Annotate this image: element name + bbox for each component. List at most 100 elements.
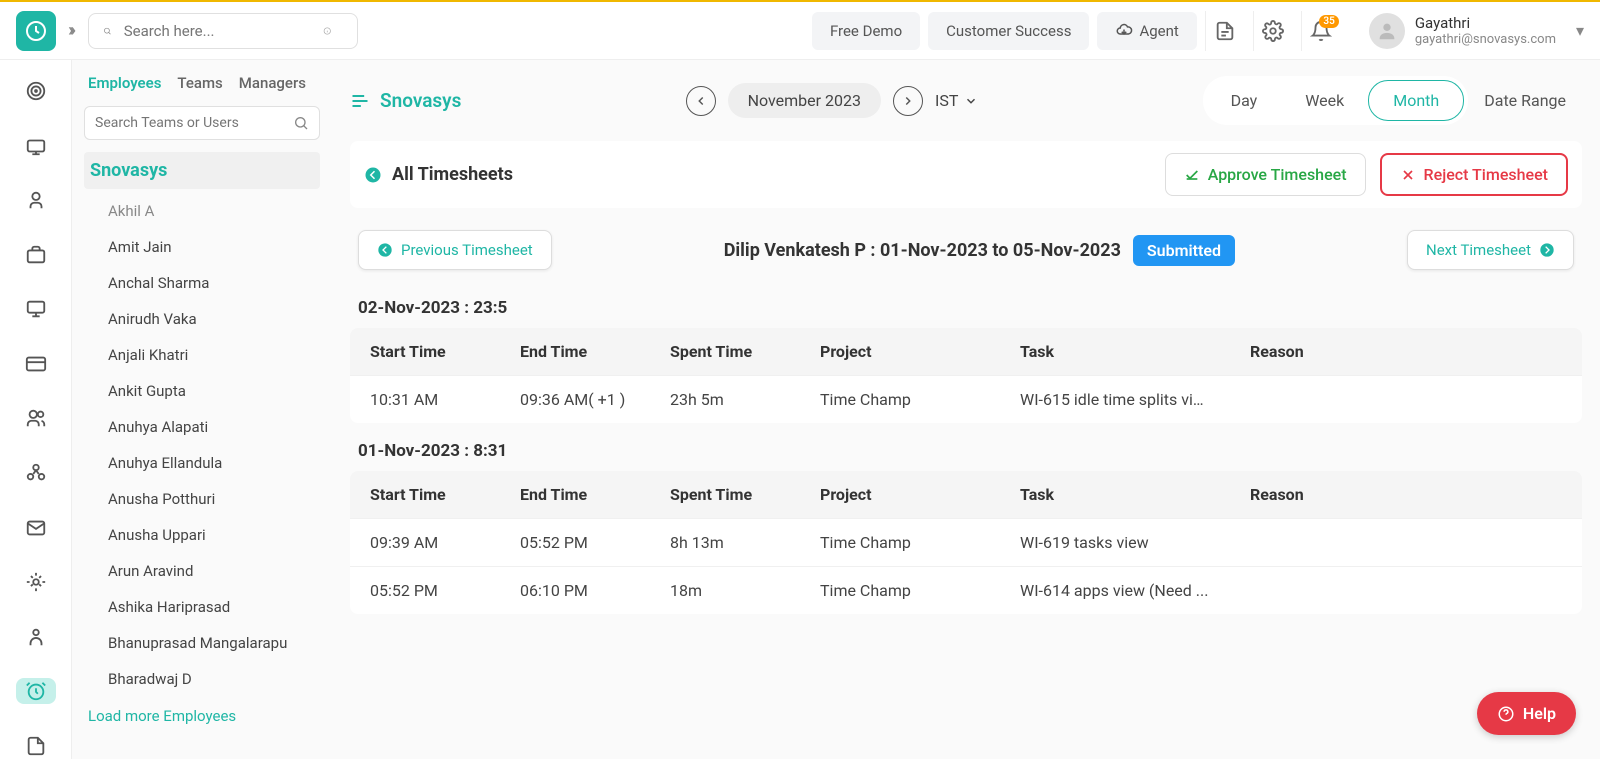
list-item[interactable]: Bharadwaj D <box>108 661 320 697</box>
nav-user[interactable] <box>16 187 56 214</box>
list-item[interactable]: Anusha Potthuri <box>108 481 320 517</box>
nav-group[interactable] <box>16 460 56 487</box>
nav-settings[interactable] <box>16 569 56 596</box>
list-item[interactable]: Ankit Gupta <box>108 373 320 409</box>
col-reason: Reason <box>1230 471 1582 519</box>
nav-card[interactable] <box>16 351 56 378</box>
arrow-right-circle-icon <box>1539 242 1555 258</box>
settings-icon-button[interactable] <box>1253 11 1293 51</box>
group-icon <box>25 462 47 484</box>
user-info: Gayathri gayathri@snovasys.com <box>1415 14 1556 47</box>
month-label[interactable]: November 2023 <box>728 83 881 118</box>
prev-month-button[interactable] <box>686 86 716 116</box>
check-icon <box>1184 167 1200 183</box>
previous-timesheet-button[interactable]: Previous Timesheet <box>358 230 552 270</box>
list-item[interactable]: Anchal Sharma <box>108 265 320 301</box>
app-logo[interactable] <box>16 11 56 51</box>
approve-label: Approve Timesheet <box>1208 165 1347 184</box>
list-item[interactable]: Anirudh Vaka <box>108 301 320 337</box>
view-toggle: Day Week Month <box>1203 76 1469 125</box>
view-day[interactable]: Day <box>1207 81 1282 120</box>
next-timesheet-button[interactable]: Next Timesheet <box>1407 230 1574 270</box>
nav-report[interactable] <box>16 732 56 759</box>
nav-team[interactable] <box>16 405 56 432</box>
cell-project: Time Champ <box>800 567 1000 615</box>
panel-tabs: Employees Teams Managers <box>84 74 320 92</box>
agent-button[interactable]: Agent <box>1097 12 1196 50</box>
clock-icon <box>24 19 48 43</box>
table-row[interactable]: 05:52 PM 06:10 PM 18m Time Champ WI-614 … <box>350 567 1582 615</box>
search-input[interactable] <box>124 22 323 40</box>
search-icon <box>293 115 309 131</box>
list-item[interactable]: Bhanuprasad Mangalarapu <box>108 625 320 661</box>
view-week[interactable]: Week <box>1281 81 1368 120</box>
load-more-button[interactable]: Load more Employees <box>84 697 320 735</box>
tab-employees[interactable]: Employees <box>88 74 161 92</box>
list-item[interactable]: Anusha Uppari <box>108 517 320 553</box>
approve-button[interactable]: Approve Timesheet <box>1165 153 1366 196</box>
cell-task: WI-615 idle time splits vie... <box>1000 376 1230 424</box>
free-demo-button[interactable]: Free Demo <box>812 12 920 50</box>
document-icon <box>1214 20 1236 42</box>
list-item[interactable]: Anuhya Ellandula <box>108 445 320 481</box>
panel-search[interactable] <box>84 106 320 140</box>
date-controls: November 2023 IST <box>686 83 979 118</box>
nav-tv[interactable] <box>16 133 56 160</box>
panel-search-input[interactable] <box>95 115 293 131</box>
cell-spent: 8h 13m <box>650 519 800 567</box>
help-icon <box>1497 705 1515 723</box>
day-block: 01-Nov-2023 : 8:31 Start Time End Time S… <box>350 431 1582 614</box>
list-item[interactable]: Anjali Khatri <box>108 337 320 373</box>
tab-managers[interactable]: Managers <box>239 74 306 92</box>
table-row[interactable]: 10:31 AM 09:36 AM( +1 ) 23h 5m Time Cham… <box>350 376 1582 424</box>
info-icon[interactable] <box>323 22 332 40</box>
person-icon <box>25 189 47 211</box>
document-icon-button[interactable] <box>1205 11 1245 51</box>
nav-mail[interactable] <box>16 514 56 541</box>
notifications-button[interactable]: 35 <box>1301 11 1341 51</box>
expand-icon[interactable]: ››› <box>68 20 72 41</box>
monitor-icon <box>25 298 47 320</box>
reject-button[interactable]: Reject Timesheet <box>1380 153 1568 196</box>
cell-task: WI-614 apps view (Need ... <box>1000 567 1230 615</box>
table-row[interactable]: 09:39 AM 05:52 PM 8h 13m Time Champ WI-6… <box>350 519 1582 567</box>
arrow-left-circle-icon <box>377 242 393 258</box>
col-spent: Spent Time <box>650 471 800 519</box>
cell-end: 05:52 PM <box>500 519 650 567</box>
profile-icon <box>25 626 47 648</box>
nav-target[interactable] <box>16 78 56 105</box>
tv-icon <box>25 135 47 157</box>
main-top: Snovasys November 2023 IST Day Week Mont… <box>350 76 1582 125</box>
tab-teams[interactable]: Teams <box>177 74 222 92</box>
nav-profile[interactable] <box>16 623 56 650</box>
col-end: End Time <box>500 471 650 519</box>
left-panel: Employees Teams Managers Snovasys Akhil … <box>72 60 332 759</box>
list-item[interactable]: Amit Jain <box>108 229 320 265</box>
header-right: Free Demo Customer Success Agent 35 Gaya… <box>812 11 1584 51</box>
main-title[interactable]: Snovasys <box>350 89 461 112</box>
customer-success-button[interactable]: Customer Success <box>928 12 1089 50</box>
list-item[interactable]: Ashika Hariprasad <box>108 589 320 625</box>
next-month-button[interactable] <box>893 86 923 116</box>
list-item[interactable]: Akhil A <box>108 193 320 229</box>
cog-icon <box>25 571 47 593</box>
nav-timesheet[interactable] <box>16 678 56 705</box>
back-to-all[interactable]: All Timesheets <box>364 164 513 185</box>
list-item[interactable]: Anuhya Alapati <box>108 409 320 445</box>
timesheet-table: Start Time End Time Spent Time Project T… <box>350 471 1582 614</box>
view-date-range[interactable]: Date Range <box>1468 81 1582 120</box>
user-menu[interactable]: Gayathri gayathri@snovasys.com ▾ <box>1357 13 1584 49</box>
timezone-select[interactable]: IST <box>935 91 978 110</box>
nav-briefcase[interactable] <box>16 242 56 269</box>
global-search[interactable] <box>88 13 358 49</box>
list-item[interactable]: Arun Aravind <box>108 553 320 589</box>
avatar <box>1369 13 1405 49</box>
col-task: Task <box>1000 328 1230 376</box>
help-button[interactable]: Help <box>1477 692 1576 735</box>
view-month[interactable]: Month <box>1368 80 1464 121</box>
main-panel: Snovasys November 2023 IST Day Week Mont… <box>332 60 1600 759</box>
org-title-text: Snovasys <box>380 89 461 112</box>
org-name[interactable]: Snovasys <box>84 152 320 189</box>
mail-icon <box>25 517 47 539</box>
nav-monitor[interactable] <box>16 296 56 323</box>
